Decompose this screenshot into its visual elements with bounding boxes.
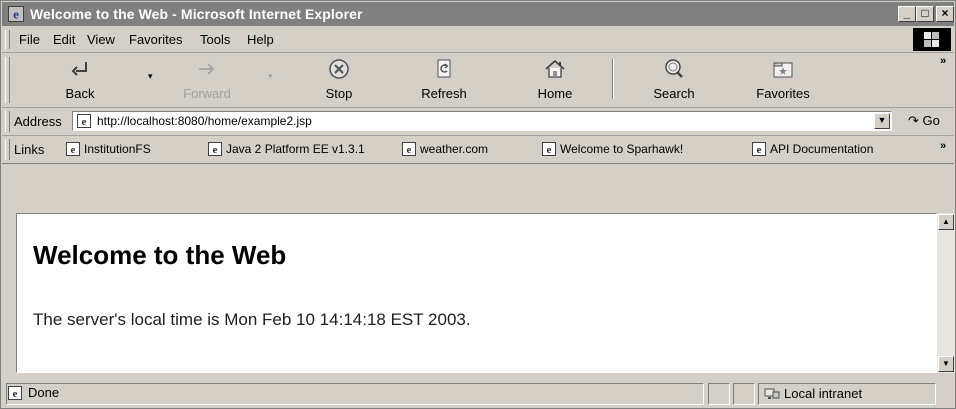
stop-button[interactable]: Stop	[308, 55, 370, 105]
svg-text:e: e	[71, 144, 76, 156]
links-overflow-chevron[interactable]: »	[940, 140, 946, 152]
favorites-icon	[773, 62, 793, 78]
refresh-label: Refresh	[421, 86, 467, 101]
go-label: Go	[922, 113, 940, 128]
toolbar-separator	[612, 59, 614, 99]
favorites-label: Favorites	[756, 86, 810, 101]
address-input[interactable]: e http://localhost:8080/home/example2.js…	[72, 111, 892, 131]
zone-label: Local intranet	[784, 386, 863, 401]
server-time-text: The server's local time is Mon Feb 10 14…	[33, 310, 471, 329]
address-dropdown-button[interactable]: ▼	[874, 113, 890, 129]
links-bar-grip[interactable]	[5, 139, 10, 160]
standard-toolbar: Back ▾ Forward ▾ Stop Refresh Home Searc…	[2, 53, 954, 108]
link-label: weather.com	[420, 142, 489, 156]
ie-page-icon: e	[402, 142, 416, 156]
title-bar[interactable]: e Welcome to the Web - Microsoft Interne…	[2, 2, 954, 26]
scroll-up-button[interactable]: ▲	[938, 214, 954, 230]
home-icon	[545, 59, 565, 78]
link-java-2-platform-ee[interactable]: e Java 2 Platform EE v1.3.1	[208, 142, 365, 156]
svg-text:e: e	[213, 144, 218, 156]
forward-arrow-icon	[199, 63, 215, 75]
ie-page-icon: e	[752, 142, 766, 156]
back-arrow-icon	[71, 62, 87, 76]
ie-page-icon: e	[77, 114, 91, 128]
back-button[interactable]: Back	[50, 55, 110, 105]
toolbar-grip[interactable]	[5, 57, 10, 103]
stop-label: Stop	[325, 86, 353, 101]
menu-bar: File Edit View Favorites Tools Help	[2, 27, 954, 53]
favorites-button[interactable]: Favorites	[748, 55, 818, 105]
link-label: Java 2 Platform EE v1.3.1	[226, 142, 365, 156]
window-title: Welcome to the Web - Microsoft Internet …	[30, 6, 363, 22]
address-label: Address	[14, 114, 62, 129]
search-button[interactable]: Search	[642, 55, 706, 105]
menu-tools[interactable]: Tools	[200, 32, 230, 47]
svg-text:e: e	[407, 144, 412, 156]
ie-page-icon: e	[208, 142, 222, 156]
svg-text:e: e	[82, 116, 87, 128]
status-bar: e Done Local intranet	[2, 381, 954, 408]
menu-help[interactable]: Help	[247, 32, 274, 47]
address-url: http://localhost:8080/home/example2.jsp	[97, 114, 312, 128]
windows-logo-throbber	[913, 28, 951, 51]
refresh-button[interactable]: Refresh	[412, 55, 476, 105]
page-content[interactable]: Welcome to the Web The server's local ti…	[16, 213, 937, 373]
address-bar: Address e http://localhost:8080/home/exa…	[2, 108, 954, 136]
scroll-down-button[interactable]: ▼	[938, 356, 954, 372]
minimize-button[interactable]: _	[898, 6, 916, 22]
security-zone: Local intranet	[764, 386, 862, 401]
menu-favorites[interactable]: Favorites	[129, 32, 182, 47]
ie-page-icon: e	[66, 142, 80, 156]
link-label: Welcome to Sparhawk!	[560, 142, 684, 156]
vertical-scrollbar[interactable]: ▲ ▼	[937, 213, 955, 373]
address-bar-grip[interactable]	[5, 111, 10, 132]
link-label: InstitutionFS	[84, 142, 151, 156]
go-arrow-icon: ↷	[908, 113, 919, 128]
svg-text:e: e	[13, 7, 19, 22]
back-dropdown-arrow[interactable]: ▾	[148, 71, 153, 82]
back-label: Back	[65, 86, 95, 101]
home-label: Home	[537, 86, 573, 101]
go-button[interactable]: ↷ Go	[908, 113, 940, 129]
forward-dropdown-arrow[interactable]: ▾	[268, 71, 273, 82]
links-bar: Links e InstitutionFS e Java 2 Platform EE…	[2, 136, 954, 164]
menu-view[interactable]: View	[87, 32, 115, 47]
forward-button[interactable]: Forward	[174, 55, 240, 105]
svg-text:e: e	[757, 144, 762, 156]
menu-edit[interactable]: Edit	[53, 32, 75, 47]
maximize-button[interactable]: □	[916, 6, 934, 22]
status-pane-main	[6, 383, 704, 405]
svg-text:e: e	[547, 144, 552, 156]
forward-label: Forward	[183, 86, 231, 101]
link-institutionfs[interactable]: e InstitutionFS	[66, 142, 151, 156]
ie-logo-icon: e	[8, 6, 24, 22]
refresh-icon	[437, 59, 451, 78]
page-heading: Welcome to the Web	[33, 240, 287, 270]
browser-window: e Welcome to the Web - Microsoft Interne…	[0, 0, 956, 409]
links-label: Links	[14, 142, 45, 157]
link-api-documentation[interactable]: e API Documentation	[752, 142, 873, 156]
stop-icon	[329, 59, 349, 79]
search-label: Search	[653, 86, 695, 101]
link-welcome-to-sparhawk[interactable]: e Welcome to Sparhawk!	[542, 142, 683, 156]
link-weather[interactable]: e weather.com	[402, 142, 488, 156]
ie-page-icon: e	[542, 142, 556, 156]
close-button[interactable]: ×	[936, 6, 954, 22]
link-label: API Documentation	[770, 142, 874, 156]
windows-logo-icon	[924, 32, 939, 47]
home-button[interactable]: Home	[524, 55, 586, 105]
toolbar-overflow-chevron[interactable]: »	[940, 55, 946, 67]
menu-file[interactable]: File	[19, 32, 40, 47]
menu-bar-grip[interactable]	[5, 30, 10, 49]
status-pane-security	[733, 383, 755, 405]
search-icon	[665, 59, 683, 78]
status-pane-progress	[708, 383, 730, 405]
intranet-icon	[764, 388, 780, 399]
